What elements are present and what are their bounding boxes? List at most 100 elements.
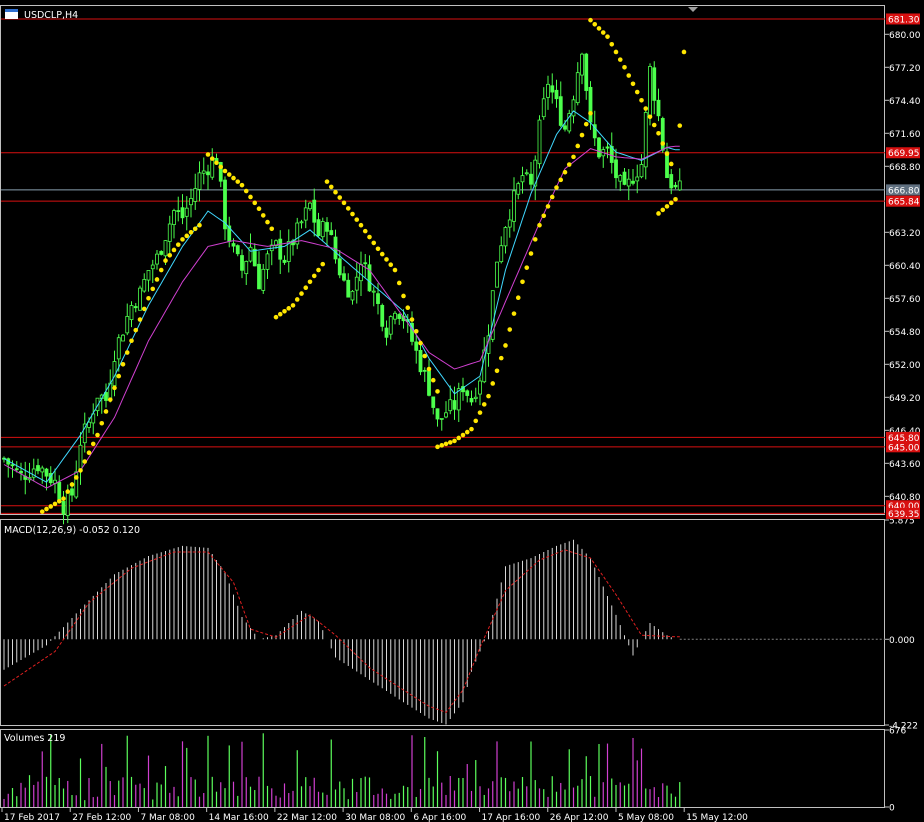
sar-dot bbox=[634, 89, 640, 95]
candle-body bbox=[337, 258, 342, 276]
price-tick-label: 677.20 bbox=[889, 64, 921, 74]
sar-dot bbox=[129, 338, 134, 344]
price-tick-label: 668.80 bbox=[889, 163, 921, 173]
candle-body bbox=[367, 264, 372, 292]
candle-body bbox=[172, 210, 176, 225]
candle-body bbox=[473, 396, 478, 399]
candle-body bbox=[422, 369, 427, 372]
sar-dot bbox=[69, 482, 75, 487]
sar-dot bbox=[150, 286, 156, 292]
candle-body bbox=[116, 337, 121, 360]
candle-body bbox=[384, 327, 389, 338]
candle-body bbox=[308, 202, 312, 210]
sar-dot bbox=[320, 261, 326, 267]
sar-dot bbox=[99, 420, 105, 426]
sar-dot bbox=[405, 305, 411, 311]
candle-body bbox=[626, 178, 631, 187]
symbol-label: USDCLP,H4 bbox=[24, 10, 78, 21]
sar-dot bbox=[175, 242, 181, 247]
sar-dot bbox=[664, 204, 670, 209]
candle-body bbox=[163, 240, 168, 257]
candle-body bbox=[65, 490, 70, 516]
candle-body bbox=[597, 137, 601, 158]
sar-dot bbox=[167, 252, 173, 258]
sar-dot bbox=[660, 141, 666, 146]
sar-dot bbox=[222, 168, 228, 174]
candle-body bbox=[350, 290, 355, 301]
chart-window[interactable]: 680.00 677.20 674.40 671.60 668.80 663.20 660.… bbox=[0, 0, 924, 822]
sar-dot bbox=[265, 219, 270, 225]
sar-dot bbox=[371, 240, 377, 246]
sar-dot bbox=[549, 194, 555, 200]
sar-dot bbox=[286, 306, 292, 311]
sar-dot bbox=[605, 34, 610, 39]
candle-body bbox=[588, 86, 593, 123]
sar-dot bbox=[231, 175, 236, 181]
candle-body bbox=[333, 236, 338, 260]
candle-body bbox=[312, 199, 317, 223]
candle-body bbox=[189, 198, 193, 206]
candle-body bbox=[563, 125, 567, 130]
sar-dot bbox=[545, 204, 551, 209]
candle-body bbox=[129, 305, 134, 321]
candle-body bbox=[282, 259, 287, 263]
sar-dot bbox=[473, 418, 479, 424]
candle-body bbox=[155, 253, 159, 265]
candle-body bbox=[631, 180, 635, 184]
sar-dot bbox=[86, 450, 92, 456]
sar-dot bbox=[660, 207, 666, 213]
sar-dot bbox=[673, 196, 678, 202]
time-tick-label: 14 Mar 16:00 bbox=[209, 813, 269, 822]
volume-tick-label: 0 bbox=[889, 804, 895, 814]
candle-body bbox=[150, 264, 155, 270]
sar-dot bbox=[354, 217, 360, 222]
candle-body bbox=[61, 501, 66, 515]
candle-body bbox=[354, 276, 359, 291]
candle-body bbox=[639, 164, 644, 178]
sar-dot bbox=[656, 130, 661, 136]
candle-body bbox=[414, 341, 419, 351]
candle-body bbox=[252, 248, 257, 267]
sar-dot bbox=[209, 156, 215, 161]
sar-dot bbox=[362, 228, 368, 234]
sar-dot bbox=[537, 222, 542, 228]
candle-body bbox=[210, 158, 215, 178]
sar-dot bbox=[299, 291, 304, 296]
candle-body bbox=[261, 268, 266, 291]
sar-dot bbox=[273, 314, 279, 320]
candle-body bbox=[10, 464, 15, 467]
price-tick-label: 671.60 bbox=[889, 130, 921, 140]
sar-dot bbox=[409, 317, 415, 322]
time-tick-label: 15 May 12:00 bbox=[686, 813, 748, 822]
sar-dot bbox=[154, 277, 160, 282]
sar-dot bbox=[112, 385, 117, 391]
sar-dot bbox=[65, 489, 71, 494]
sar-dot bbox=[311, 273, 317, 279]
candle-body bbox=[575, 72, 580, 104]
candle-body bbox=[70, 488, 74, 496]
candle-body bbox=[359, 264, 363, 282]
sar-dot bbox=[248, 194, 253, 200]
candle-body bbox=[584, 53, 589, 91]
candle-body bbox=[478, 380, 482, 395]
sar-dot bbox=[439, 443, 445, 448]
sar-dot bbox=[158, 267, 164, 273]
candle-body bbox=[167, 223, 172, 242]
sar-dot bbox=[571, 154, 576, 160]
sar-dot bbox=[239, 182, 245, 188]
time-tick-label: 17 Feb 2017 bbox=[4, 813, 60, 822]
time-tick-label: 26 Apr 12:00 bbox=[550, 813, 609, 822]
candle-body bbox=[554, 89, 559, 100]
candle-body bbox=[516, 183, 521, 195]
sar-dot bbox=[388, 262, 394, 268]
candle-body bbox=[550, 85, 555, 93]
sar-dot bbox=[524, 265, 530, 270]
time-tick-label: 6 Apr 16:00 bbox=[413, 813, 466, 822]
sar-dot bbox=[337, 195, 343, 200]
sar-dot bbox=[528, 251, 534, 256]
sar-dot bbox=[82, 459, 88, 464]
sar-dot bbox=[226, 172, 232, 177]
candle-body bbox=[648, 66, 652, 117]
candle-body bbox=[439, 418, 444, 420]
sar-dot bbox=[103, 409, 109, 414]
